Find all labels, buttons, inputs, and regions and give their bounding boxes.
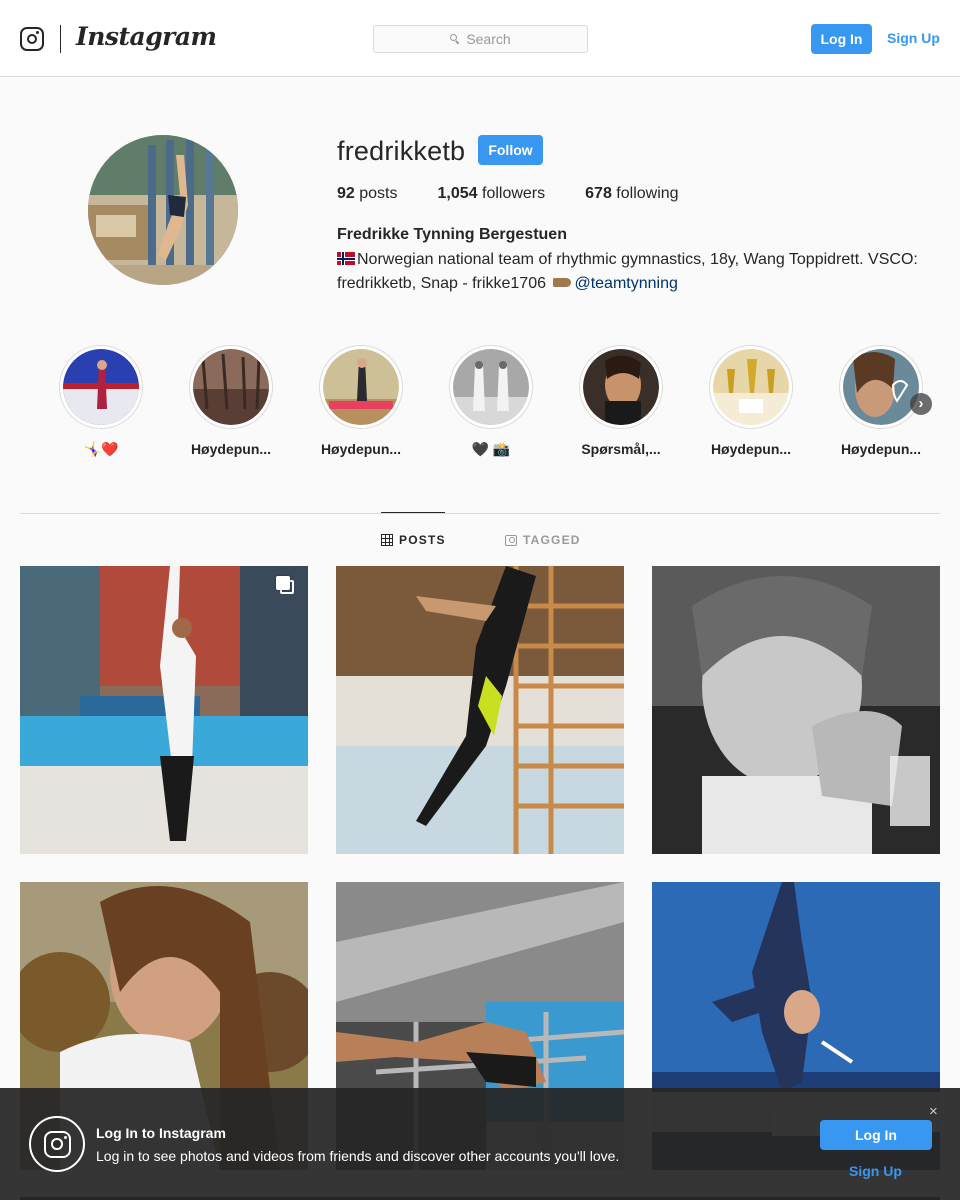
highlight-cover-ring [449, 345, 533, 429]
highlight-cover-ring [839, 345, 923, 429]
highlight-cover-ring [59, 345, 143, 429]
post-thumbnail[interactable] [652, 566, 940, 854]
highlight-label: 🖤 📸 [471, 441, 511, 457]
profile-stats: 92 posts 1,054 followers 678 following [337, 185, 679, 203]
login-prompt-title: Log In to Instagram [96, 1125, 226, 1141]
story-highlights: 🤸‍♀️❤️ Høydepun... [40, 345, 940, 475]
grid-icon [381, 534, 393, 546]
highlight-item[interactable]: Høydepun... [696, 345, 806, 457]
highlight-cover-ring [189, 345, 273, 429]
profile-avatar[interactable] [88, 135, 238, 285]
norway-flag-icon [337, 252, 355, 265]
profile-bio: Norwegian national team of rhythmic gymn… [337, 248, 937, 296]
follow-button[interactable]: Follow [478, 135, 543, 165]
close-icon[interactable]: × [929, 1104, 938, 1119]
logo-divider [60, 25, 61, 53]
tab-tagged[interactable]: TAGGED [505, 533, 581, 547]
search-icon [450, 34, 460, 44]
highlight-cover [453, 349, 529, 425]
highlight-item[interactable]: Spørsmål,... [566, 345, 676, 457]
posts-count: 92 posts [337, 185, 398, 202]
highlight-cover [713, 349, 789, 425]
top-navigation-bar: Instagram Search Log In Sign Up [0, 0, 960, 77]
tab-tagged-label: TAGGED [523, 533, 581, 547]
highlight-cover-ring [709, 345, 793, 429]
instagram-glyph-icon[interactable] [20, 27, 44, 51]
highlight-cover-ring [579, 345, 663, 429]
highlight-label: Spørsmål,... [581, 441, 661, 457]
highlight-cover [843, 349, 919, 425]
instagram-circle-logo-icon [29, 1116, 85, 1172]
profile-full-name: Fredrikke Tynning Bergestuen [337, 226, 567, 243]
login-prompt-text: Log in to see photos and videos from fri… [96, 1148, 620, 1164]
highlight-item[interactable]: Høydepun... [306, 345, 416, 457]
highlight-label: Høydepun... [840, 441, 922, 457]
highlight-label: Høydepun... [710, 441, 792, 457]
post-thumbnail[interactable] [20, 566, 308, 854]
highlight-cover [583, 349, 659, 425]
highlight-cover [323, 349, 399, 425]
highlight-cover [63, 349, 139, 425]
search-input[interactable]: Search [373, 25, 588, 53]
highlights-next-chevron-icon[interactable]: › [910, 393, 932, 415]
following-count[interactable]: 678 following [585, 185, 678, 203]
login-prompt-bar: Log In to Instagram Log in to see photos… [0, 1088, 960, 1200]
profile-username: fredrikketb [337, 136, 466, 166]
highlight-item[interactable]: 🤸‍♀️❤️ [46, 345, 156, 458]
search-placeholder: Search [466, 31, 511, 47]
instagram-wordmark-logo[interactable]: Instagram [76, 22, 217, 51]
active-tab-indicator [381, 512, 445, 513]
highlight-label: 🤸‍♀️❤️ [83, 441, 119, 457]
multiple-photos-icon [276, 576, 294, 594]
post-thumbnail[interactable] [336, 566, 624, 854]
highlight-cover-ring [319, 345, 403, 429]
tagged-icon [505, 534, 517, 546]
tab-posts-label: POSTS [399, 533, 446, 547]
highlight-item[interactable]: Høydepun... [176, 345, 286, 457]
highlight-cover [193, 349, 269, 425]
tabs-divider [20, 513, 940, 514]
pointing-hand-icon [553, 278, 572, 287]
followers-count[interactable]: 1,054 followers [438, 185, 546, 203]
tab-posts[interactable]: POSTS [381, 533, 446, 547]
bio-mention-link[interactable]: @teamtynning [574, 275, 677, 292]
header-login-button[interactable]: Log In [811, 24, 872, 54]
highlight-label: Høydepun... [320, 441, 402, 457]
highlight-item[interactable]: 🖤 📸 [436, 345, 546, 458]
header-signup-link[interactable]: Sign Up [887, 30, 940, 46]
highlight-label: Høydepun... [190, 441, 272, 457]
prompt-signup-link[interactable]: Sign Up [849, 1163, 902, 1179]
prompt-login-button[interactable]: Log In [820, 1120, 932, 1150]
